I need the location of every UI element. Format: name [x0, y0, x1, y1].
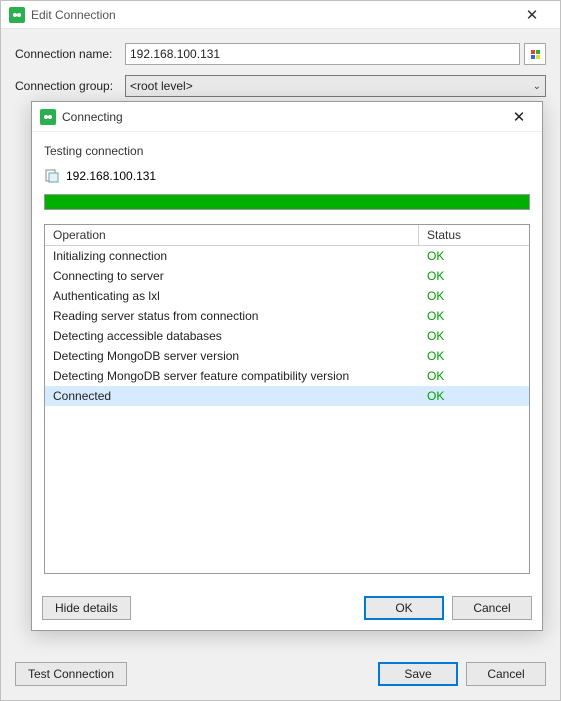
test-connection-button[interactable]: Test Connection — [15, 662, 127, 686]
window-title: Edit Connection — [31, 8, 512, 22]
table-row[interactable]: Detecting MongoDB server feature compati… — [45, 366, 529, 386]
connecting-dialog: Connecting ✕ Testing connection 192.168.… — [31, 101, 543, 631]
ok-button[interactable]: OK — [364, 596, 444, 620]
save-button[interactable]: Save — [378, 662, 458, 686]
server-icon — [44, 168, 60, 184]
status-cell: OK — [419, 346, 529, 366]
connection-group-row: Connection group: <root level> ⌄ — [15, 75, 546, 97]
table-row[interactable]: ConnectedOK — [45, 386, 529, 406]
outer-footer: Test Connection Save Cancel — [15, 662, 546, 686]
edit-connection-window: Edit Connection ✕ Connection name: Conne… — [0, 0, 561, 701]
status-cell: OK — [419, 366, 529, 386]
status-cell: OK — [419, 246, 529, 266]
connection-name-row: Connection name: — [15, 43, 546, 65]
table-row[interactable]: Reading server status from connectionOK — [45, 306, 529, 326]
column-status[interactable]: Status — [419, 225, 529, 245]
operation-cell: Connecting to server — [45, 266, 419, 286]
table-row[interactable]: Detecting MongoDB server versionOK — [45, 346, 529, 366]
app-icon — [9, 7, 25, 23]
color-grid-icon — [531, 50, 540, 59]
connection-name-input[interactable] — [125, 43, 520, 65]
close-icon[interactable]: ✕ — [504, 108, 534, 126]
table-header: Operation Status — [45, 225, 529, 246]
status-cell: OK — [419, 306, 529, 326]
status-table: Operation Status Initializing connection… — [44, 224, 530, 574]
modal-cancel-button[interactable]: Cancel — [452, 596, 532, 620]
operation-cell: Initializing connection — [45, 246, 419, 266]
close-icon[interactable]: ✕ — [512, 6, 552, 24]
titlebar: Edit Connection ✕ — [1, 1, 560, 29]
progress-bar — [44, 194, 530, 210]
connection-name-label: Connection name: — [15, 47, 125, 61]
chevron-down-icon: ⌄ — [533, 81, 541, 92]
testing-connection-label: Testing connection — [44, 144, 530, 158]
server-row: 192.168.100.131 — [44, 168, 530, 184]
table-row[interactable]: Detecting accessible databasesOK — [45, 326, 529, 346]
modal-footer: Hide details OK Cancel — [32, 586, 542, 630]
operation-cell: Reading server status from connection — [45, 306, 419, 326]
operation-cell: Connected — [45, 386, 419, 406]
status-cell: OK — [419, 386, 529, 406]
column-operation[interactable]: Operation — [45, 225, 419, 245]
operation-cell: Detecting MongoDB server version — [45, 346, 419, 366]
connection-group-label: Connection group: — [15, 79, 125, 93]
operation-cell: Detecting MongoDB server feature compati… — [45, 366, 419, 386]
table-body: Initializing connectionOKConnecting to s… — [45, 246, 529, 406]
table-row[interactable]: Authenticating as lxlOK — [45, 286, 529, 306]
status-cell: OK — [419, 326, 529, 346]
modal-title: Connecting — [62, 110, 504, 124]
modal-body: Testing connection 192.168.100.131 Opera… — [32, 132, 542, 586]
status-cell: OK — [419, 286, 529, 306]
operation-cell: Detecting accessible databases — [45, 326, 419, 346]
status-cell: OK — [419, 266, 529, 286]
hide-details-button[interactable]: Hide details — [42, 596, 131, 620]
connection-group-value: <root level> — [130, 79, 193, 93]
table-row[interactable]: Connecting to serverOK — [45, 266, 529, 286]
cancel-button[interactable]: Cancel — [466, 662, 546, 686]
table-row[interactable]: Initializing connectionOK — [45, 246, 529, 266]
connection-group-select[interactable]: <root level> ⌄ — [125, 75, 546, 97]
color-picker-button[interactable] — [524, 43, 546, 65]
modal-titlebar: Connecting ✕ — [32, 102, 542, 132]
operation-cell: Authenticating as lxl — [45, 286, 419, 306]
server-address: 192.168.100.131 — [66, 169, 156, 183]
app-icon — [40, 109, 56, 125]
